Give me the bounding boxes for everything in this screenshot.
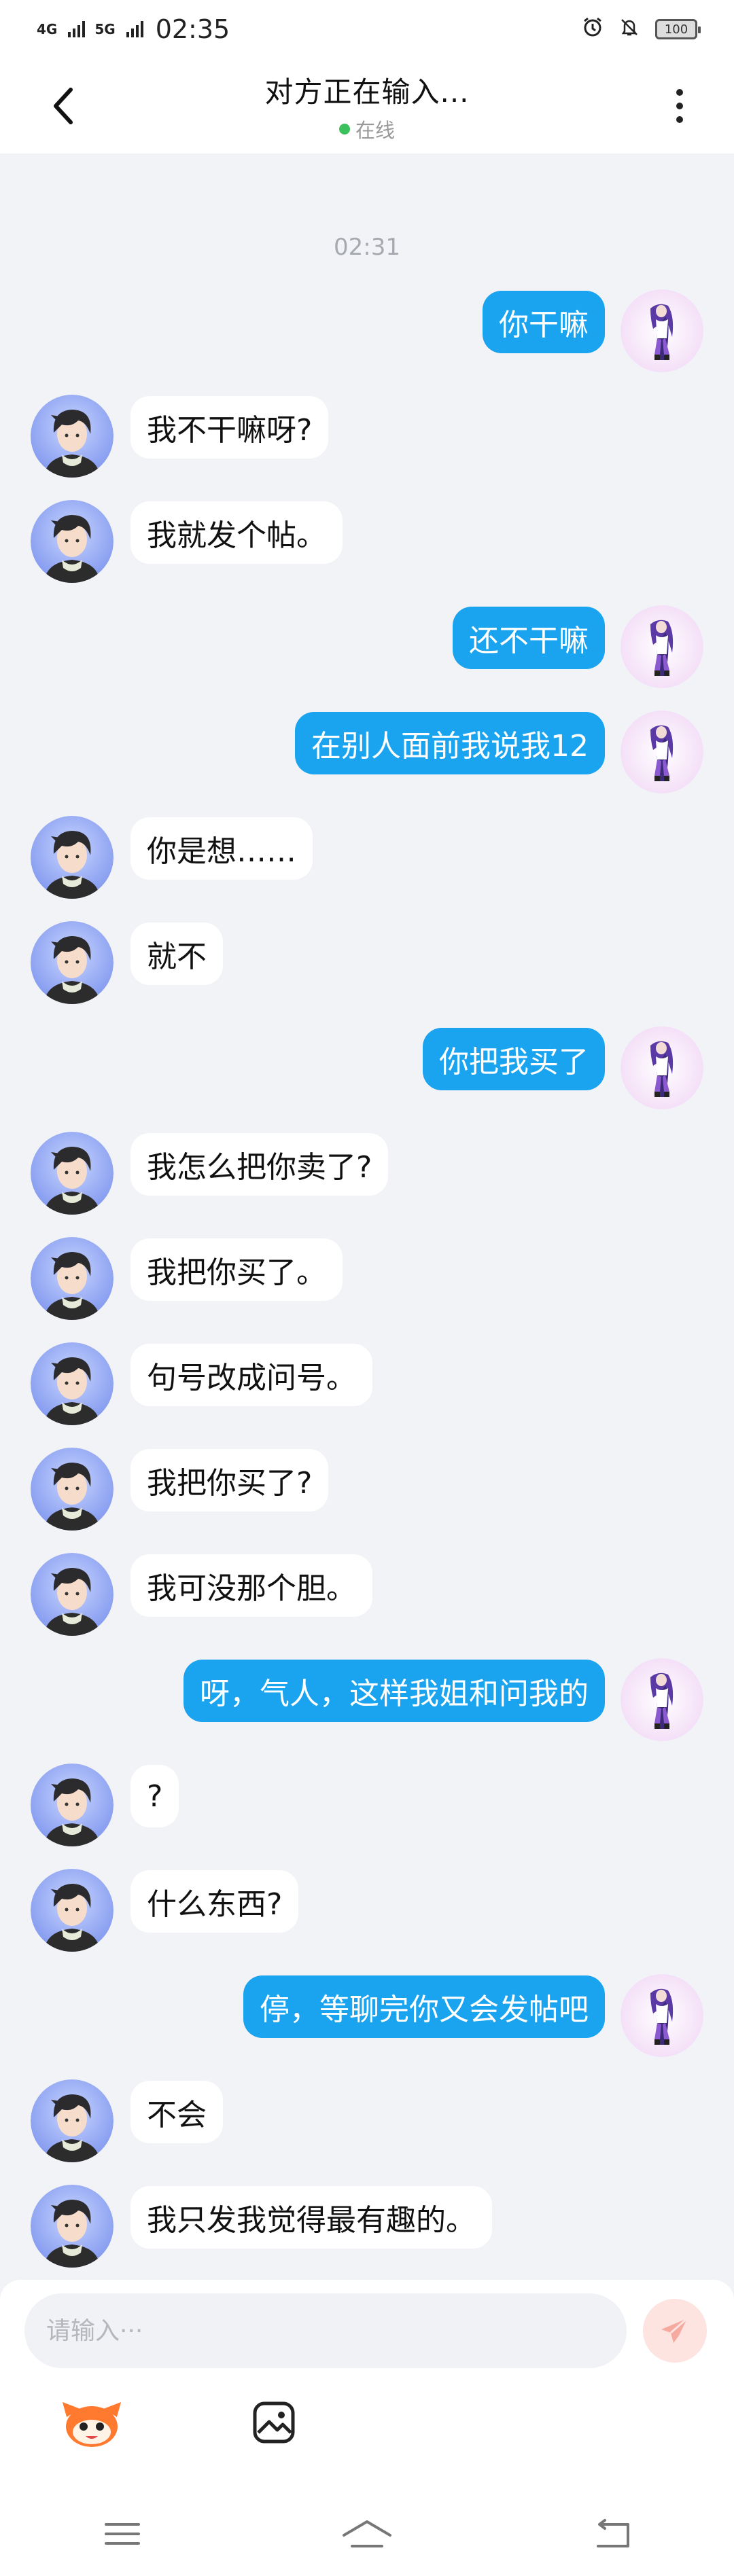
contact-avatar[interactable] bbox=[31, 500, 113, 583]
contact-avatar[interactable] bbox=[31, 816, 113, 899]
incoming-message: 就不 bbox=[0, 921, 734, 1008]
status-icons: 100 bbox=[582, 14, 701, 44]
incoming-message: 我把你买了? bbox=[0, 1448, 734, 1535]
message-bubble[interactable]: 就不 bbox=[130, 923, 223, 985]
message-bubble[interactable]: 什么东西? bbox=[130, 1870, 299, 1933]
incoming-message: 我不干嘛呀? bbox=[0, 395, 734, 482]
contact-avatar[interactable] bbox=[31, 1764, 113, 1846]
message-bubble[interactable]: 我就发个帖。 bbox=[130, 501, 343, 564]
outgoing-message: 你把我买了 bbox=[0, 1026, 734, 1113]
message-bubble[interactable]: 停，等聊完你又会发帖吧 bbox=[243, 1975, 605, 2038]
menu-icon bbox=[105, 2523, 140, 2545]
user-avatar[interactable] bbox=[621, 1974, 703, 2057]
message-bubble[interactable]: 在别人面前我说我12 bbox=[295, 712, 605, 774]
signal-icon bbox=[126, 21, 143, 37]
status-time: 02:35 bbox=[155, 14, 230, 44]
incoming-message: 句号改成问号。 bbox=[0, 1342, 734, 1429]
incoming-message: 什么东西? bbox=[0, 1869, 734, 1956]
message-bubble[interactable]: 还不干嘛 bbox=[453, 607, 605, 669]
home-icon bbox=[343, 2520, 391, 2547]
user-avatar[interactable] bbox=[621, 1658, 703, 1741]
contact-avatar[interactable] bbox=[31, 1237, 113, 1320]
top-bar: 4G 5G 02:35 100 对方正在输入... 在线 bbox=[0, 0, 734, 154]
message-bubble[interactable]: 我不干嘛呀? bbox=[130, 396, 329, 459]
online-status-label: 在线 bbox=[355, 118, 395, 142]
nav-home-button[interactable] bbox=[326, 2507, 408, 2561]
back-button[interactable] bbox=[35, 79, 90, 133]
message-bubble[interactable]: 不会 bbox=[130, 2081, 223, 2143]
send-button[interactable] bbox=[643, 2299, 707, 2363]
message-bubble[interactable]: 你干嘛 bbox=[483, 291, 605, 353]
outgoing-message: 在别人面前我说我12 bbox=[0, 711, 734, 798]
contact-avatar[interactable] bbox=[31, 1869, 113, 1952]
image-button[interactable] bbox=[240, 2389, 308, 2456]
chat-header: 对方正在输入... 在线 bbox=[0, 58, 734, 154]
contact-avatar[interactable] bbox=[31, 395, 113, 478]
chat-area[interactable]: 02:31 你干嘛 我不干嘛呀? 我就发个帖。 还不干嘛 在别人面前我说我12 … bbox=[0, 154, 734, 2280]
page-title: 对方正在输入... bbox=[264, 75, 470, 109]
incoming-message: 我怎么把你卖了? bbox=[0, 1132, 734, 1219]
outgoing-message: 你干嘛 bbox=[0, 289, 734, 376]
network-indicator: 4G 5G bbox=[37, 21, 143, 37]
message-input[interactable] bbox=[24, 2293, 627, 2368]
status-bar: 4G 5G 02:35 100 bbox=[0, 0, 734, 58]
contact-avatar[interactable] bbox=[31, 2079, 113, 2162]
message-bubble[interactable]: 呀，气人，这样我姐和问我的 bbox=[184, 1660, 605, 1722]
signal-icon bbox=[68, 21, 86, 37]
message-bubble[interactable]: 我只发我觉得最有趣的。 bbox=[130, 2186, 492, 2249]
online-dot-icon bbox=[338, 123, 350, 135]
more-options-button[interactable] bbox=[652, 79, 707, 133]
message-bubble[interactable]: 我可没那个胆。 bbox=[130, 1554, 372, 1617]
incoming-message: 我就发个帖。 bbox=[0, 500, 734, 587]
incoming-message: 不会 bbox=[0, 2079, 734, 2166]
battery-level: 100 bbox=[664, 22, 688, 37]
mute-bell-icon bbox=[618, 14, 640, 44]
more-vertical-icon bbox=[676, 89, 683, 96]
image-icon bbox=[253, 2401, 295, 2444]
message-bubble[interactable]: 你把我买了 bbox=[423, 1028, 605, 1090]
message-bubble[interactable]: 句号改成问号。 bbox=[130, 1344, 372, 1406]
back-arrow-icon bbox=[597, 2519, 629, 2547]
message-bubble[interactable]: 你是想…… bbox=[130, 817, 313, 880]
chevron-left-icon bbox=[54, 88, 73, 124]
system-nav-bar bbox=[0, 2492, 734, 2576]
online-status: 在线 bbox=[264, 115, 469, 143]
incoming-message: 我只发我觉得最有趣的。 bbox=[0, 2185, 734, 2272]
incoming-message: ? bbox=[0, 1764, 734, 1850]
message-bubble[interactable]: 我把你买了。 bbox=[130, 1238, 343, 1301]
user-avatar[interactable] bbox=[621, 289, 703, 372]
contact-avatar[interactable] bbox=[31, 1553, 113, 1636]
composer bbox=[0, 2280, 734, 2576]
emoji-button[interactable] bbox=[58, 2389, 126, 2456]
mascot-emoji-icon bbox=[63, 2402, 121, 2447]
contact-avatar[interactable] bbox=[31, 1342, 113, 1425]
network-4g-label: 4G bbox=[37, 21, 58, 37]
battery-icon: 100 bbox=[655, 19, 701, 39]
user-avatar[interactable] bbox=[621, 1026, 703, 1109]
incoming-message: 我把你买了。 bbox=[0, 1237, 734, 1324]
contact-avatar[interactable] bbox=[31, 2185, 113, 2268]
message-timestamp: 02:31 bbox=[334, 234, 400, 261]
title-block: 对方正在输入... 在线 bbox=[264, 69, 469, 143]
incoming-message: 我可没那个胆。 bbox=[0, 1553, 734, 1640]
user-avatar[interactable] bbox=[621, 605, 703, 688]
outgoing-message: 停，等聊完你又会发帖吧 bbox=[0, 1974, 734, 2061]
network-5g-label: 5G bbox=[94, 21, 116, 37]
outgoing-message: 呀，气人，这样我姐和问我的 bbox=[0, 1658, 734, 1745]
user-avatar[interactable] bbox=[621, 711, 703, 793]
incoming-message: 你是想…… bbox=[0, 816, 734, 903]
contact-avatar[interactable] bbox=[31, 921, 113, 1004]
alarm-icon bbox=[582, 14, 604, 44]
nav-menu-button[interactable] bbox=[82, 2507, 163, 2561]
outgoing-message: 还不干嘛 bbox=[0, 605, 734, 692]
message-bubble[interactable]: ? bbox=[130, 1765, 179, 1827]
nav-back-button[interactable] bbox=[571, 2507, 652, 2561]
message-bubble[interactable]: 我把你买了? bbox=[130, 1449, 329, 1511]
send-icon bbox=[661, 2317, 688, 2343]
message-bubble[interactable]: 我怎么把你卖了? bbox=[130, 1133, 389, 1196]
contact-avatar[interactable] bbox=[31, 1448, 113, 1531]
contact-avatar[interactable] bbox=[31, 1132, 113, 1215]
